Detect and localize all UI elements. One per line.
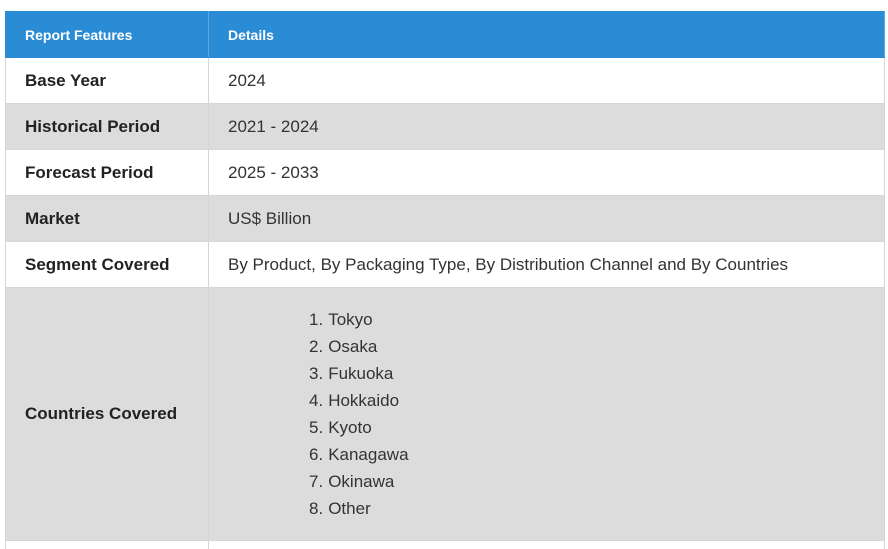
table-header-row: Report Features Details [6, 12, 885, 58]
table-row-forecast-period: Forecast Period 2025 - 2033 [6, 150, 885, 196]
feature-cell: Market [6, 196, 209, 242]
feature-cell: Countries Covered [6, 288, 209, 541]
list-item-text: Osaka [328, 337, 377, 356]
list-item-text: Tokyo [328, 310, 372, 329]
list-item: 4. Hokkaido [309, 387, 884, 414]
list-item: 2. Osaka [309, 333, 884, 360]
feature-cell: Segment Covered [6, 242, 209, 288]
table-row-segment-covered: Segment Covered By Product, By Packaging… [6, 242, 885, 288]
list-item-number: 6. [309, 445, 323, 464]
list-item-number: 5. [309, 418, 323, 437]
list-item: 6. Kanagawa [309, 441, 884, 468]
feature-cell: Base Year [6, 58, 209, 104]
feature-cell: Forecast Period [6, 150, 209, 196]
report-features-table-container: Report Features Details Base Year 2024 H… [5, 11, 884, 549]
list-item-text: Okinawa [328, 472, 394, 491]
header-report-features: Report Features [6, 12, 209, 58]
list-item-number: 3. [309, 364, 323, 383]
list-item-text: Fukuoka [328, 364, 393, 383]
list-item-number: 4. [309, 391, 323, 410]
list-item-number: 2. [309, 337, 323, 356]
table-row-base-year: Base Year 2024 [6, 58, 885, 104]
list-item-number: 1. [309, 310, 323, 329]
detail-cell: 2025 - 2033 [209, 150, 885, 196]
list-item: 1. Tokyo [309, 306, 884, 333]
list-item: 8. Other [309, 495, 884, 522]
table-row-market: Market US$ Billion [6, 196, 885, 242]
table-row-countries-covered: Countries Covered 1. Tokyo 2. Osaka 3. Fuku… [6, 288, 885, 541]
list-item-number: 8. [309, 499, 323, 518]
list-item: 7. Okinawa [309, 468, 884, 495]
countries-list: 1. Tokyo 2. Osaka 3. Fukuoka 4. Hokkaido 5. K… [228, 306, 884, 522]
detail-cell: US$ Billion [209, 196, 885, 242]
list-item-text: Kanagawa [328, 445, 408, 464]
list-item-text: Other [328, 499, 371, 518]
table-row-historical-period: Historical Period 2021 - 2024 [6, 104, 885, 150]
feature-cell: Historical Period [6, 104, 209, 150]
detail-cell: 1. Tokyo 2. Osaka 3. Fukuoka 4. Hokkaido 5. K… [209, 288, 885, 541]
header-details: Details [209, 12, 885, 58]
list-item-number: 7. [309, 472, 323, 491]
list-item-text: Kyoto [328, 418, 371, 437]
detail-cell: 2021 - 2024 [209, 104, 885, 150]
detail-cell: 2024 [209, 58, 885, 104]
list-item: 5. Kyoto [309, 414, 884, 441]
list-item-text: Hokkaido [328, 391, 399, 410]
detail-cell: By Product, By Packaging Type, By Distri… [209, 242, 885, 288]
report-features-table: Report Features Details Base Year 2024 H… [5, 11, 885, 549]
list-item: 3. Fukuoka [309, 360, 884, 387]
